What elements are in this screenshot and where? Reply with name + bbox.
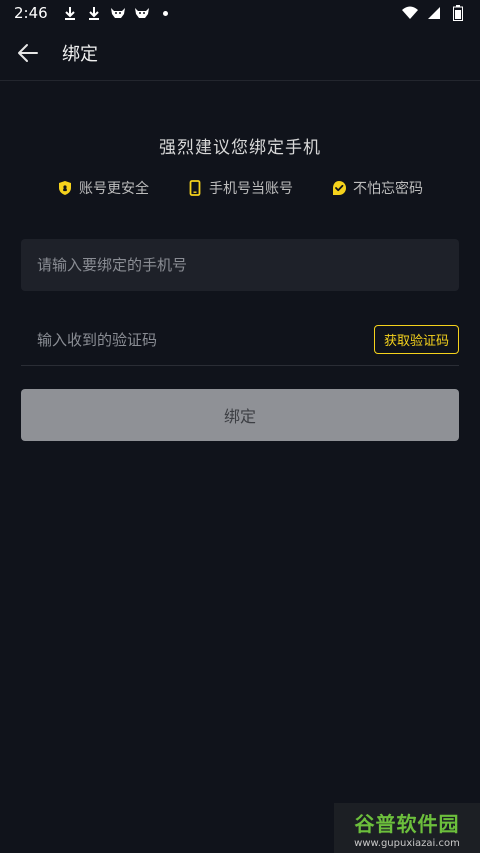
verification-code-row: 获取验证码 — [21, 314, 459, 366]
watermark-logo: 谷普软件园 www.gupuxiazai.com — [334, 803, 480, 853]
app-bar: 绑定 — [0, 26, 480, 81]
feature-label: 不怕忘密码 — [353, 181, 423, 197]
phone-input-container — [21, 239, 459, 291]
verification-code-input[interactable] — [35, 329, 374, 350]
watermark-title: 谷普软件园 — [354, 811, 460, 836]
status-left: 2:46 — [14, 4, 174, 22]
status-time: 2:46 — [14, 4, 48, 22]
get-code-button[interactable]: 获取验证码 — [373, 325, 459, 354]
status-right — [402, 5, 466, 21]
feature-label: 手机号当账号 — [209, 181, 293, 197]
download-icon — [62, 5, 78, 21]
bind-submit-button[interactable]: 绑定 — [21, 389, 459, 441]
bind-phone-headline: 强烈建议您绑定手机 — [159, 138, 321, 158]
phone-number-input[interactable] — [35, 255, 445, 275]
battery-icon — [450, 5, 466, 21]
feature-label: 账号更安全 — [79, 181, 149, 197]
phone-icon — [187, 180, 203, 196]
download-icon — [86, 5, 102, 21]
back-button[interactable] — [14, 39, 42, 67]
status-bar: 2:46 — [0, 0, 480, 26]
wifi-icon — [402, 5, 418, 21]
more-notifications-dot-icon — [158, 5, 174, 21]
feature-phone-as-account: 手机号当账号 — [187, 178, 293, 198]
feature-list: 账号更安全 手机号当账号 不怕忘密码 — [0, 178, 480, 198]
watermark-url: www.gupuxiazai.com — [354, 837, 460, 849]
app-notification-icon — [110, 5, 126, 21]
app-notification-icon — [134, 5, 150, 21]
cell-signal-icon — [426, 5, 442, 21]
feature-secure-account: 账号更安全 — [57, 178, 149, 198]
shield-icon — [57, 180, 73, 196]
feature-no-forget-password: 不怕忘密码 — [331, 178, 423, 198]
check-badge-icon — [331, 180, 347, 196]
page-title: 绑定 — [62, 44, 98, 65]
arrow-left-icon — [18, 44, 38, 62]
